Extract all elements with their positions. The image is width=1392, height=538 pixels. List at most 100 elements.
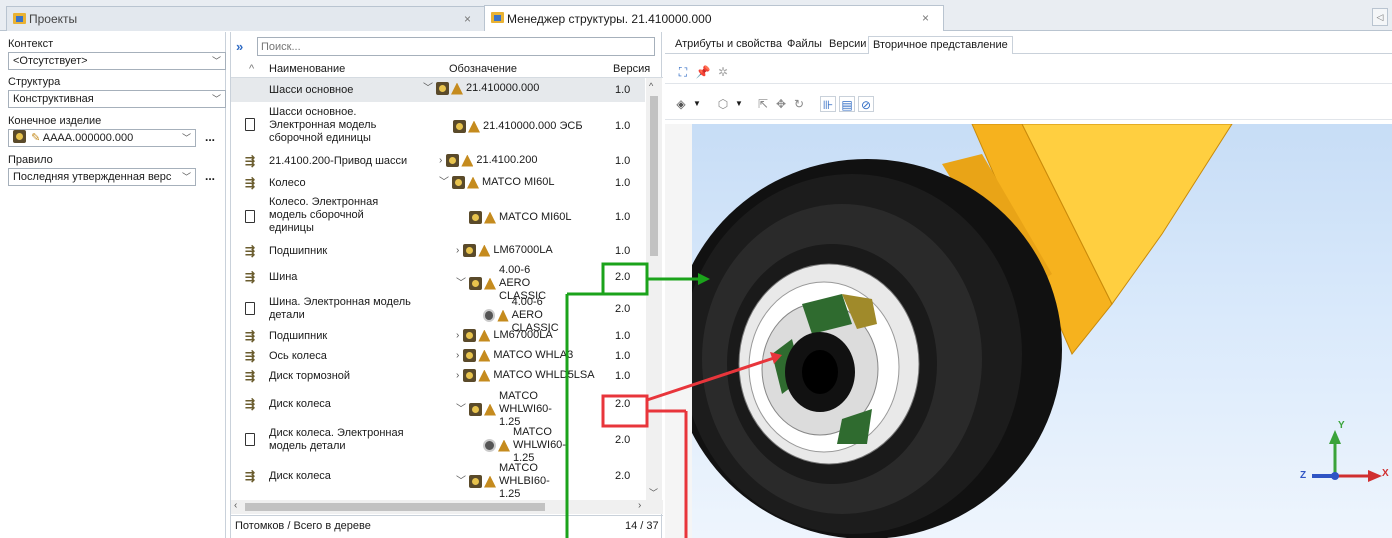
properties-icon[interactable]: ▤ — [839, 96, 855, 112]
table-row[interactable]: Диск колеса. Электронная модель детали M… — [231, 422, 645, 464]
assembly-icon — [463, 244, 477, 257]
viewer-toolbar-bottom: ◈ ▼ ⬡ ▼ ⇱ ✥ ↻ ⊪ ▤ ⊘ — [665, 92, 1392, 120]
row-name: Шина. Электронная модель детали — [269, 296, 411, 321]
context-value: <Отсутствует> — [13, 55, 88, 67]
tab-structure-manager-label: Менеджер структуры. 21.410000.000 — [507, 11, 712, 26]
approved-icon — [484, 475, 496, 488]
tree-status-bar: Потомков / Всего в дереве 14 / 37 — [231, 515, 663, 537]
row-version: 1.0 — [615, 120, 631, 132]
row-designation: › MATCO WHLA3 — [456, 349, 574, 362]
section-icon[interactable]: ⊘ — [858, 96, 874, 112]
final-item-browse-button[interactable]: ... — [205, 130, 215, 144]
table-row[interactable]: ⇶ Диск тормозной › MATCO WHLD5LSA 1.0 — [231, 366, 645, 386]
part-icon — [483, 439, 496, 452]
column-version[interactable]: Версия — [613, 63, 650, 75]
row-version: 2.0 — [615, 398, 631, 410]
table-row[interactable]: ⇶ Подшипник › LM67000LA 1.0 — [231, 326, 645, 346]
assembly-tree-icon: ⇶ — [245, 270, 256, 284]
table-row[interactable]: ⇶ Диск колеса ﹀ MATCO WHLWI60-1.25 2.0 — [231, 386, 645, 428]
approved-icon — [467, 176, 479, 189]
context-label: Контекст — [8, 38, 54, 50]
select-icon[interactable]: ⇱ — [755, 96, 771, 112]
rotate-icon[interactable]: ↻ — [791, 96, 807, 112]
document-icon — [245, 302, 255, 315]
final-item-select[interactable]: ✎ AAAA.000000.000 ﹀ — [8, 129, 196, 147]
axis-x-label: X — [1382, 468, 1389, 479]
assembly-icon — [463, 329, 477, 342]
table-row[interactable]: ⇶ Шина ﹀ 4.00-6 AERO CLASSIC 2.0 — [231, 262, 645, 302]
3d-viewport[interactable]: Y X Z — [692, 124, 1392, 538]
table-row[interactable]: ⇶ Подшипник › LM67000LA 1.0 — [231, 240, 645, 262]
scroll-down-icon[interactable]: ﹀ — [649, 486, 658, 499]
row-version: 1.0 — [615, 155, 631, 167]
settings-icon[interactable]: ✲ — [715, 64, 731, 80]
properties-tabs: Атрибуты и свойства Файлы Версии Вторичн… — [665, 32, 1392, 54]
shading-icon[interactable]: ⬡ — [715, 96, 731, 112]
scroll-thumb[interactable] — [245, 503, 545, 511]
table-row[interactable]: Шасси основное. Электронная модель сборо… — [231, 102, 645, 150]
tree-horizontal-scrollbar[interactable]: ‹ › — [231, 500, 663, 514]
chevron-down-icon[interactable]: ▼ — [689, 96, 705, 112]
document-icon — [245, 433, 255, 446]
pencil-icon: ✎ — [31, 132, 41, 144]
table-row[interactable]: ⇶ Ось колеса › MATCO WHLA3 1.0 — [231, 346, 645, 366]
context-select[interactable]: <Отсутствует> ﹀ — [8, 52, 226, 70]
status-label: Потомков / Всего в дереве — [235, 520, 371, 532]
rule-value: Последняя утвержденная верс — [13, 171, 172, 183]
assembly-icon — [452, 176, 465, 189]
viewer-toolbar-top: ⛶ 📌 ✲ — [665, 60, 1392, 84]
table-row[interactable]: ⇶ Колесо ﹀ MATCO MI60L 1.0 — [231, 172, 645, 194]
assembly-icon — [469, 277, 482, 290]
row-version: 2.0 — [615, 470, 631, 482]
assembly-icon — [463, 369, 477, 382]
scroll-up-icon[interactable]: ^ — [649, 81, 653, 91]
close-icon[interactable]: × — [922, 11, 929, 25]
tab-versions[interactable]: Версии — [825, 36, 870, 54]
tab-scroll-left-icon[interactable]: ◁ — [1372, 8, 1388, 26]
measure-icon[interactable]: ⊪ — [820, 96, 836, 112]
rule-select[interactable]: Последняя утвержденная верс ﹀ — [8, 168, 196, 186]
expand-filter-icon[interactable]: » — [236, 39, 243, 54]
tab-attributes[interactable]: Атрибуты и свойства — [671, 36, 786, 54]
structure-label: Структура — [8, 76, 61, 88]
row-name: 21.4100.200-Привод шасси — [269, 155, 408, 167]
table-row[interactable]: ⇶ 21.4100.200-Привод шасси › 21.4100.200 … — [231, 150, 645, 172]
table-row[interactable]: Колесо. Электронная модель сборочной еди… — [231, 194, 645, 240]
tab-structure-manager[interactable]: Менеджер структуры. 21.410000.000 × — [484, 5, 944, 31]
collapse-all-icon[interactable]: ^ — [249, 63, 254, 75]
assembly-icon — [436, 82, 449, 95]
scroll-thumb[interactable] — [650, 96, 658, 256]
scroll-left-icon[interactable]: ‹ — [234, 500, 237, 511]
assembly-tree-icon: ⇶ — [245, 469, 256, 483]
approved-icon — [484, 403, 496, 416]
scroll-right-icon[interactable]: › — [638, 500, 641, 511]
rule-browse-button[interactable]: ... — [205, 169, 215, 183]
row-name: Диск колеса — [269, 398, 331, 410]
row-designation: › MATCO WHLD5LSA — [456, 369, 595, 382]
structure-select[interactable]: Конструктивная ﹀ — [8, 90, 226, 108]
close-icon[interactable]: × — [464, 12, 471, 26]
row-version: 2.0 — [615, 271, 631, 283]
tab-projects[interactable]: Проекты × — [6, 6, 486, 31]
approved-icon — [484, 211, 496, 224]
chevron-down-icon[interactable]: ▼ — [731, 96, 747, 112]
search-input[interactable] — [257, 37, 655, 56]
table-row[interactable]: ⇶ Диск колеса ﹀ MATCO WHLBI60-1.25 2.0 — [231, 458, 645, 500]
viewport-side-strip — [665, 124, 692, 538]
pan-icon[interactable]: ✥ — [773, 96, 789, 112]
document-icon — [245, 118, 255, 131]
tab-secondary-view[interactable]: Вторичное представление — [868, 36, 1013, 54]
tab-files[interactable]: Файлы — [783, 36, 826, 54]
approved-icon — [451, 82, 463, 95]
table-row[interactable]: Шасси основное ﹀ 21.410000.000 1.0 — [231, 78, 645, 102]
cube-view-icon[interactable]: ◈ — [673, 96, 689, 112]
tree-vertical-scrollbar[interactable]: ^ ﹀ — [646, 78, 662, 500]
column-designation[interactable]: Обозначение — [449, 63, 517, 75]
table-row[interactable]: Шина. Электронная модель детали 4.00-6 A… — [231, 292, 645, 334]
row-version: 2.0 — [615, 434, 631, 446]
fullscreen-icon[interactable]: ⛶ — [675, 64, 691, 80]
pin-icon[interactable]: 📌 — [695, 64, 711, 80]
row-name: Диск колеса — [269, 470, 331, 482]
chevron-down-icon: ﹀ — [211, 56, 221, 66]
column-name[interactable]: Наименование — [269, 63, 345, 75]
